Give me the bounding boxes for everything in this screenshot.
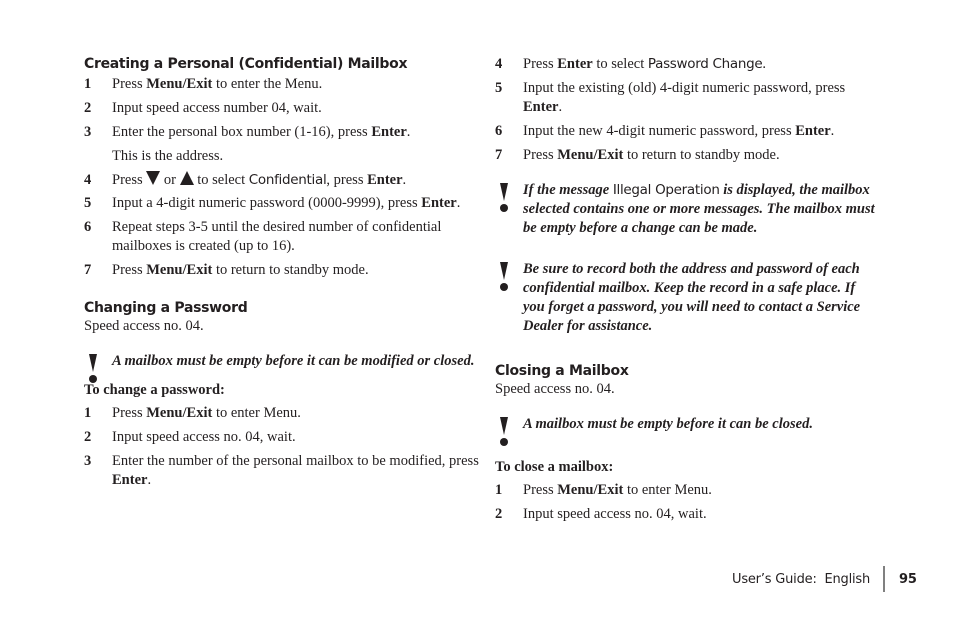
- step-number: 5: [84, 195, 92, 211]
- step-number: 4: [495, 56, 503, 72]
- step-text: Press Menu/Exit to return to standby mod…: [112, 262, 369, 278]
- speed-access-text: Speed access no. 04.: [84, 318, 204, 334]
- step: 6 Input the new 4-digit numeric password…: [495, 122, 880, 141]
- step: 3 Enter the number of the personal mailb…: [84, 452, 479, 490]
- step-number: 1: [84, 405, 92, 421]
- step-number: 5: [495, 80, 503, 96]
- up-arrow-icon: [179, 171, 194, 185]
- step-text: Input speed access no. 04, wait.: [112, 429, 296, 445]
- step-number: 7: [495, 147, 503, 163]
- exclamation-icon: [495, 181, 523, 238]
- step-text: Input a 4-digit numeric password (0000-9…: [112, 195, 461, 211]
- step: 1 Press Menu/Exit to enter Menu.: [84, 404, 479, 423]
- step-text: Input the new 4-digit numeric password, …: [523, 123, 835, 139]
- speed-access-text: Speed access no. 04.: [495, 381, 615, 397]
- footer-divider: [883, 566, 886, 592]
- step-text: Press Menu/Exit to return to standby mod…: [523, 147, 780, 163]
- note-text: A mailbox must be empty before it can be…: [112, 353, 475, 369]
- step-number: 2: [495, 506, 503, 522]
- step: 5 Input a 4-digit numeric password (0000…: [84, 194, 479, 213]
- exclamation-icon: [495, 260, 523, 336]
- step-text: Press or to select Confidential, press E…: [112, 171, 407, 188]
- step-text: Press Menu/Exit to enter Menu.: [523, 482, 712, 498]
- step-number: 7: [84, 262, 92, 278]
- guide-label: User’s Guide: English: [732, 571, 871, 587]
- step-text: Enter the personal box number (1-16), pr…: [112, 123, 479, 166]
- step-number: 1: [495, 482, 503, 498]
- step: 7 Press Menu/Exit to return to standby m…: [84, 261, 479, 280]
- step-number: 2: [84, 100, 92, 116]
- section-title-closing-mailbox: Closing a Mailbox: [495, 363, 629, 379]
- step-text: Press Menu/Exit to enter Menu.: [112, 405, 301, 421]
- right-column: 4 Press Enter to select Password Change.…: [495, 55, 880, 524]
- note-text: Be sure to record both the address and p…: [523, 261, 861, 334]
- warning-note-record-password: Be sure to record both the address and p…: [495, 260, 880, 336]
- warning-note-illegal-operation: If the message Illegal Operation is disp…: [495, 181, 880, 238]
- step-text: Enter the number of the personal mailbox…: [112, 453, 479, 488]
- warning-note: A mailbox must be empty before it can be…: [84, 352, 479, 383]
- step-number: 3: [84, 453, 92, 469]
- step-text: Input speed access number 04, wait.: [112, 100, 322, 116]
- step: 1 Press Menu/Exit to enter the Menu.: [84, 75, 479, 94]
- step: 3 Enter the personal box number (1-16), …: [84, 123, 479, 166]
- page-footer: User’s Guide: English 95: [732, 566, 917, 592]
- step-text: Input the existing (old) 4-digit numeric…: [523, 80, 846, 115]
- section-title-changing-password: Changing a Password: [84, 300, 248, 316]
- step: 6 Repeat steps 3-5 until the desired num…: [84, 218, 479, 256]
- note-text: If the message Illegal Operation is disp…: [523, 182, 875, 236]
- step: 2 Input speed access no. 04, wait.: [495, 505, 880, 524]
- step-text: Press Enter to select Password Change.: [523, 56, 767, 72]
- warning-note-close: A mailbox must be empty before it can be…: [495, 415, 880, 446]
- subheading-to-change-password: To change a password:: [84, 382, 225, 398]
- step: 7 Press Menu/Exit to return to standby m…: [495, 146, 880, 165]
- left-column: Creating a Personal (Confidential) Mailb…: [84, 55, 479, 490]
- step-number: 6: [84, 219, 92, 235]
- step-number: 2: [84, 429, 92, 445]
- step-number: 6: [495, 123, 503, 139]
- note-text: A mailbox must be empty before it can be…: [523, 416, 813, 432]
- step: 2 Input speed access no. 04, wait.: [84, 428, 479, 447]
- exclamation-icon: [84, 352, 112, 383]
- exclamation-icon: [495, 415, 523, 446]
- step-number: 1: [84, 76, 92, 92]
- step: 4 Press Enter to select Password Change.: [495, 55, 880, 74]
- step-extra: This is the address.: [112, 148, 224, 164]
- step-number: 4: [84, 172, 92, 188]
- down-arrow-icon: [146, 171, 161, 185]
- step: 1 Press Menu/Exit to enter Menu.: [495, 481, 880, 500]
- step: 2 Input speed access number 04, wait.: [84, 99, 479, 118]
- step: 5 Input the existing (old) 4-digit numer…: [495, 79, 880, 117]
- section-title-creating-mailbox: Creating a Personal (Confidential) Mailb…: [84, 56, 408, 72]
- step-text: Press Menu/Exit to enter the Menu.: [112, 76, 323, 92]
- step-text: Repeat steps 3-5 until the desired numbe…: [112, 219, 442, 254]
- step: 4 Press or to select Confidential, press…: [84, 171, 479, 190]
- page-number: 95: [899, 571, 917, 587]
- step-text: Input speed access no. 04, wait.: [523, 506, 707, 522]
- subheading-to-close-mailbox: To close a mailbox:: [495, 459, 614, 475]
- step-number: 3: [84, 124, 92, 140]
